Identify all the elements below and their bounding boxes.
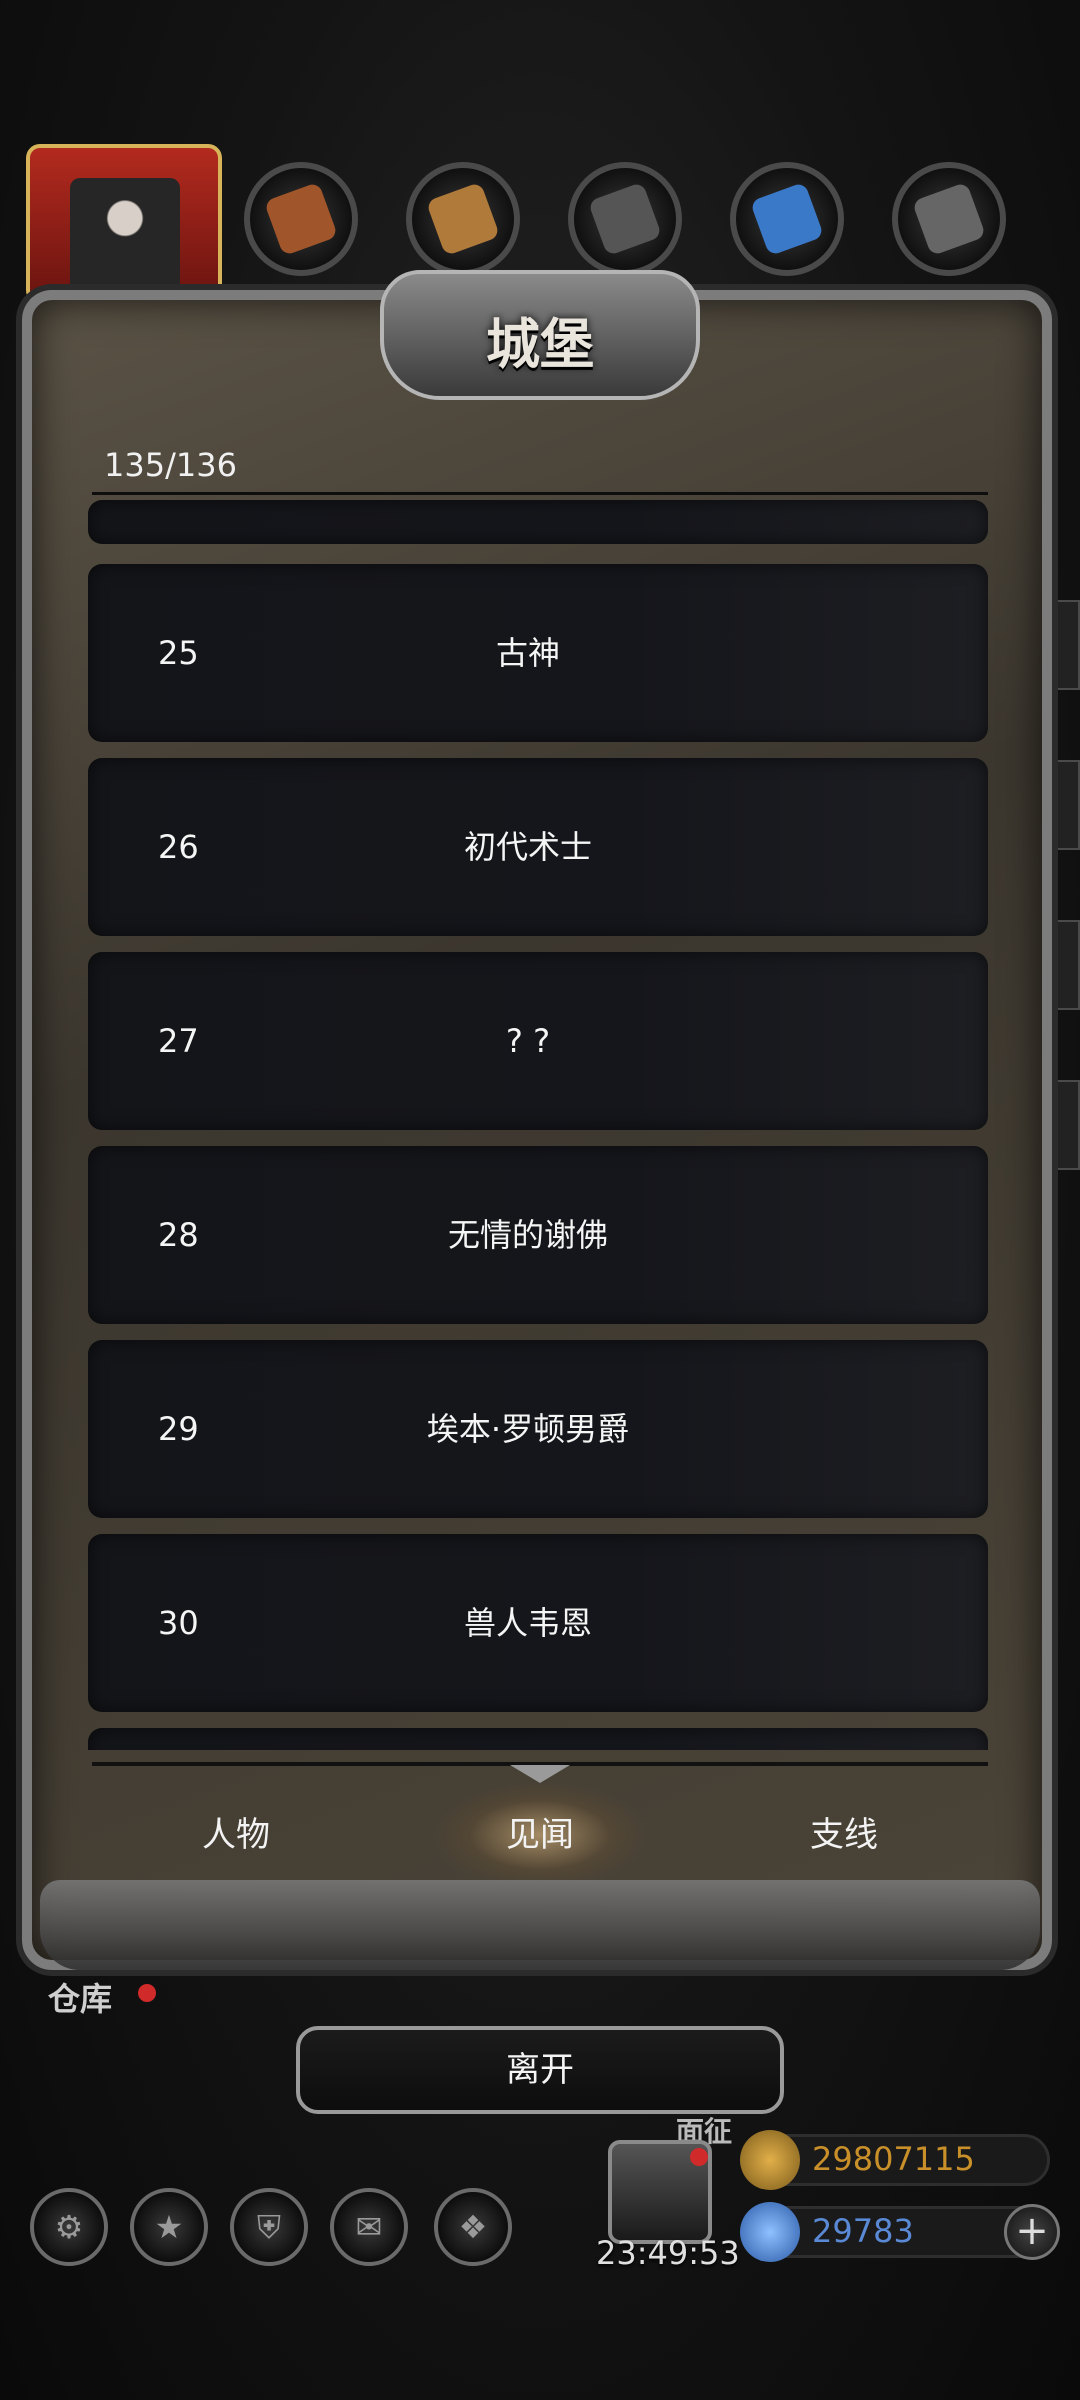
leave-button[interactable]: 离开 xyxy=(296,2026,784,2114)
scroll-icon[interactable]: ❖ xyxy=(434,2188,512,2266)
settings-gear-icon[interactable]: ⚙ xyxy=(30,2188,108,2266)
list-item[interactable] xyxy=(88,1728,988,1750)
entry-name: ? ? xyxy=(505,1022,551,1060)
crystal-resource-icon[interactable] xyxy=(730,162,844,276)
list-item[interactable] xyxy=(88,500,988,544)
divider xyxy=(92,492,988,495)
entry-name: 兽人韦恩 xyxy=(463,1604,592,1642)
add-gems-button[interactable]: + xyxy=(1004,2204,1060,2260)
gem-amount: 29783 xyxy=(812,2212,914,2250)
shield-icon[interactable]: ⛨ xyxy=(230,2188,308,2266)
entry-name: 埃本·罗顿男爵 xyxy=(426,1410,630,1448)
tab-knowledge[interactable]: 见闻 xyxy=(430,1780,650,1890)
entry-list[interactable]: 25 古神 26 初代术士 27 ? ? 28 无情的谢佛 29 埃本·罗顿男爵… xyxy=(88,500,988,1750)
notification-dot xyxy=(690,2148,708,2166)
entry-name: 古神 xyxy=(495,634,560,672)
tab-side-quests[interactable]: 支线 xyxy=(734,1780,954,1890)
event-timer: 23:49:53 xyxy=(596,2234,740,2272)
plank-resource-icon[interactable] xyxy=(406,162,520,276)
entry-number: 29 xyxy=(158,1410,199,1448)
gold-coin-icon xyxy=(740,2130,800,2190)
entry-number: 30 xyxy=(158,1604,199,1642)
player-avatar[interactable] xyxy=(26,144,222,304)
entry-number: 27 xyxy=(158,1022,199,1060)
star-icon[interactable]: ★ xyxy=(130,2188,208,2266)
entry-number: 25 xyxy=(158,634,199,672)
wood-resource-icon[interactable] xyxy=(244,162,358,276)
warehouse-label[interactable]: 仓库 xyxy=(48,1974,112,2020)
gold-amount: 29807115 xyxy=(812,2140,975,2178)
list-item[interactable]: 30 兽人韦恩 xyxy=(88,1534,988,1712)
entry-name: 初代术士 xyxy=(463,828,592,866)
steel-resource-icon[interactable] xyxy=(892,162,1006,276)
panel-frame-ornament xyxy=(40,1880,1040,1970)
avatar-portrait xyxy=(70,178,180,293)
list-item[interactable]: 28 无情的谢佛 xyxy=(88,1146,988,1324)
collection-count: 135/136 xyxy=(104,446,237,484)
entry-number: 28 xyxy=(158,1216,199,1254)
notification-dot xyxy=(138,1984,156,2002)
list-item[interactable]: 27 ? ? xyxy=(88,952,988,1130)
gem-icon xyxy=(740,2202,800,2262)
tab-characters[interactable]: 人物 xyxy=(126,1780,346,1890)
entry-number: 26 xyxy=(158,828,199,866)
entry-name: 无情的谢佛 xyxy=(447,1216,608,1254)
iron-resource-icon[interactable] xyxy=(568,162,682,276)
list-item[interactable]: 26 初代术士 xyxy=(88,758,988,936)
list-item[interactable]: 25 古神 xyxy=(88,564,988,742)
panel-title: 城堡 xyxy=(486,312,594,376)
list-item[interactable]: 29 埃本·罗顿男爵 xyxy=(88,1340,988,1518)
mail-icon[interactable]: ✉ xyxy=(330,2188,408,2266)
